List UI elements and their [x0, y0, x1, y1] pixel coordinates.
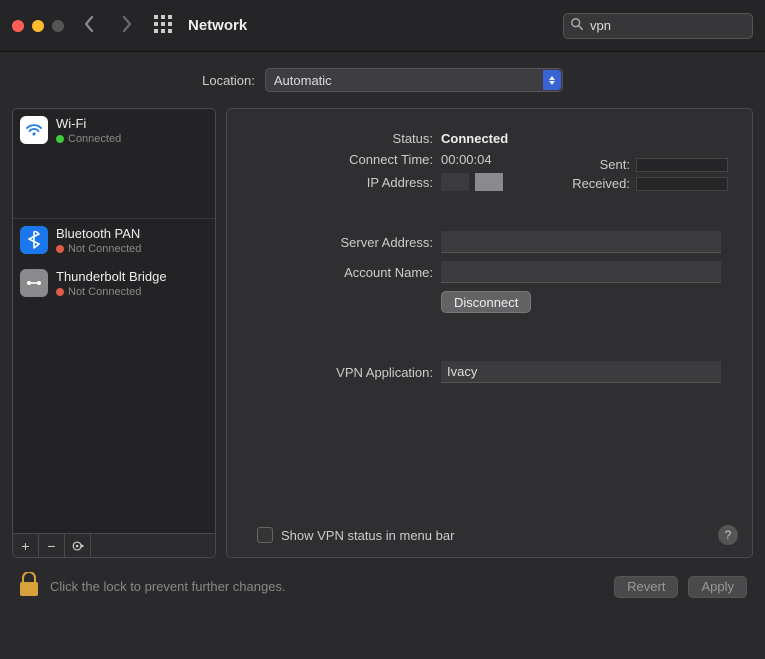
show-vpn-status-checkbox[interactable]: [257, 527, 273, 543]
ip-address-value: [441, 173, 503, 191]
lock-icon[interactable]: [18, 572, 40, 601]
forward-button[interactable]: [120, 15, 134, 36]
show-vpn-status-label: Show VPN status in menu bar: [281, 528, 454, 543]
vpn-application-label: VPN Application:: [251, 365, 441, 380]
account-name-label: Account Name:: [251, 265, 441, 280]
service-sidebar: Wi-Fi Connected Bluetooth PAN Not Connected…: [12, 108, 216, 558]
show-all-button[interactable]: [154, 15, 172, 36]
server-address-input[interactable]: [441, 231, 721, 253]
status-value: Connected: [441, 131, 508, 146]
status-dot-icon: [56, 245, 64, 253]
service-status: Connected: [56, 133, 121, 145]
apply-button[interactable]: Apply: [688, 576, 747, 598]
search-input[interactable]: [584, 18, 765, 33]
updown-icon: [543, 70, 561, 90]
tb-icon: [20, 269, 48, 297]
search-icon: [570, 17, 584, 34]
service-name: Bluetooth PAN: [56, 226, 141, 241]
back-button[interactable]: [82, 15, 96, 36]
add-service-button[interactable]: +: [13, 534, 39, 557]
status-label: Status:: [251, 131, 441, 146]
window-minimize-button[interactable]: [32, 20, 44, 32]
location-selected: Automatic: [274, 73, 332, 88]
service-status: Not Connected: [56, 286, 167, 298]
sent-meter: [636, 158, 728, 172]
connect-time-value: 00:00:04: [441, 152, 492, 167]
location-dropdown[interactable]: Automatic: [265, 68, 563, 92]
search-field-container[interactable]: ✕: [563, 13, 753, 39]
vpn-application-input[interactable]: [441, 361, 721, 383]
window-zoom-button: [52, 20, 64, 32]
service-item-bt[interactable]: Bluetooth PAN Not Connected: [13, 219, 215, 262]
window-close-button[interactable]: [12, 20, 24, 32]
window-title: Network: [188, 17, 247, 34]
revert-button[interactable]: Revert: [614, 576, 678, 598]
sent-label: Sent:: [600, 157, 630, 172]
status-dot-icon: [56, 288, 64, 296]
status-dot-icon: [56, 135, 64, 143]
service-options-button[interactable]: [65, 534, 91, 557]
wifi-icon: [20, 116, 48, 144]
service-item-wifi[interactable]: Wi-Fi Connected: [13, 109, 215, 219]
bt-icon: [20, 226, 48, 254]
detail-panel: Status: Connected Connect Time: 00:00:04…: [226, 108, 753, 558]
service-name: Thunderbolt Bridge: [56, 269, 167, 284]
location-label: Location:: [202, 73, 255, 88]
server-address-label: Server Address:: [251, 235, 441, 250]
ip-address-label: IP Address:: [251, 175, 441, 190]
connect-time-label: Connect Time:: [251, 152, 441, 167]
received-label: Received:: [572, 176, 630, 191]
lock-text: Click the lock to prevent further change…: [50, 579, 286, 594]
received-meter: [636, 177, 728, 191]
service-name: Wi-Fi: [56, 116, 121, 131]
help-button[interactable]: ?: [718, 525, 738, 545]
service-status: Not Connected: [56, 243, 141, 255]
remove-service-button[interactable]: −: [39, 534, 65, 557]
disconnect-button[interactable]: Disconnect: [441, 291, 531, 313]
service-item-tb[interactable]: Thunderbolt Bridge Not Connected: [13, 262, 215, 305]
account-name-input[interactable]: [441, 261, 721, 283]
